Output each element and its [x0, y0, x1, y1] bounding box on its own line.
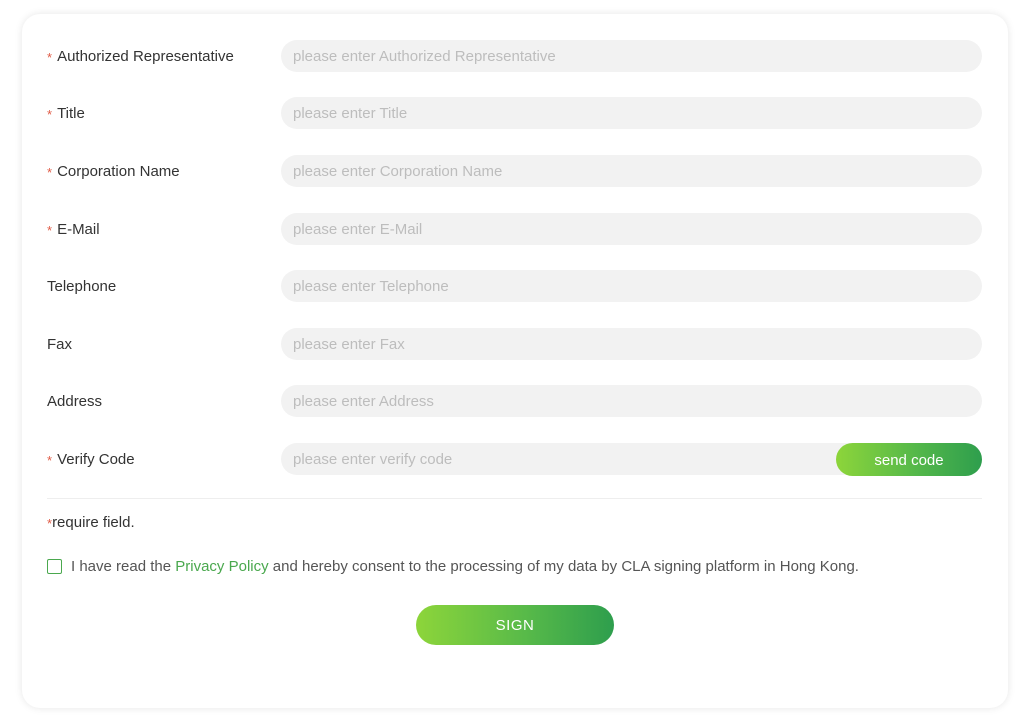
field-label: * Corporation Name	[47, 163, 281, 180]
consent-checkbox[interactable]	[47, 559, 62, 574]
authorized-representative-input[interactable]	[281, 40, 982, 72]
field-label: * Authorized Representative	[47, 48, 281, 65]
field-label-text: Corporation Name	[57, 162, 180, 180]
input-wrapper	[281, 155, 982, 187]
fax-input[interactable]	[281, 328, 982, 360]
field-label-text: E-Mail	[57, 220, 100, 238]
form-row-telephone: Telephone	[47, 270, 982, 302]
form-row-title: * Title	[47, 97, 982, 129]
input-wrapper	[281, 385, 982, 417]
privacy-policy-link[interactable]: Privacy Policy	[175, 558, 268, 575]
field-label-text: Telephone	[47, 277, 117, 295]
input-wrapper: send code	[281, 443, 982, 476]
field-label-text: Verify Code	[57, 450, 135, 468]
form-row-address: Address	[47, 385, 982, 417]
input-wrapper	[281, 270, 982, 302]
required-field-note: *require field.	[47, 514, 135, 531]
title-input[interactable]	[281, 97, 982, 129]
input-wrapper	[281, 97, 982, 129]
sign-button[interactable]: SIGN	[416, 605, 614, 645]
field-label: * Title	[47, 105, 281, 122]
field-label-text: Authorized Representative	[57, 47, 234, 65]
required-marker: *	[47, 516, 53, 531]
consent-text-before: I have read the	[71, 558, 176, 575]
form-row-email: * E-Mail	[47, 213, 982, 245]
cla-signing-form-card: * Authorized Representative * Title * Co…	[22, 14, 1008, 708]
field-label: * E-Mail	[47, 221, 281, 238]
consent-text-after: and hereby consent to the processing of …	[268, 558, 859, 575]
required-note-text: require field.	[52, 514, 135, 531]
email-input[interactable]	[281, 213, 982, 245]
input-wrapper	[281, 40, 982, 72]
field-label-text: Title	[57, 104, 85, 122]
required-marker: *	[47, 164, 53, 180]
input-wrapper	[281, 328, 982, 360]
telephone-input[interactable]	[281, 270, 982, 302]
field-label-text: Address	[47, 392, 103, 410]
form-row-verify-code: * Verify Code send code	[47, 443, 982, 476]
field-label: Telephone	[47, 278, 281, 295]
field-label: Address	[47, 393, 281, 410]
form-row-authorized-representative: * Authorized Representative	[47, 40, 982, 72]
form-row-corporation-name: * Corporation Name	[47, 155, 982, 187]
input-wrapper	[281, 213, 982, 245]
privacy-consent: I have read the Privacy Policy and hereb…	[47, 558, 859, 575]
address-input[interactable]	[281, 385, 982, 417]
corporation-name-input[interactable]	[281, 155, 982, 187]
form-row-fax: Fax	[47, 328, 982, 360]
required-marker: *	[47, 49, 53, 65]
required-marker: *	[47, 452, 53, 468]
send-code-button[interactable]: send code	[836, 443, 982, 476]
field-label: Fax	[47, 336, 281, 353]
required-marker: *	[47, 222, 53, 238]
field-label: * Verify Code	[47, 451, 281, 468]
required-marker: *	[47, 106, 53, 122]
field-label-text: Fax	[47, 335, 73, 353]
form-divider	[47, 498, 982, 499]
